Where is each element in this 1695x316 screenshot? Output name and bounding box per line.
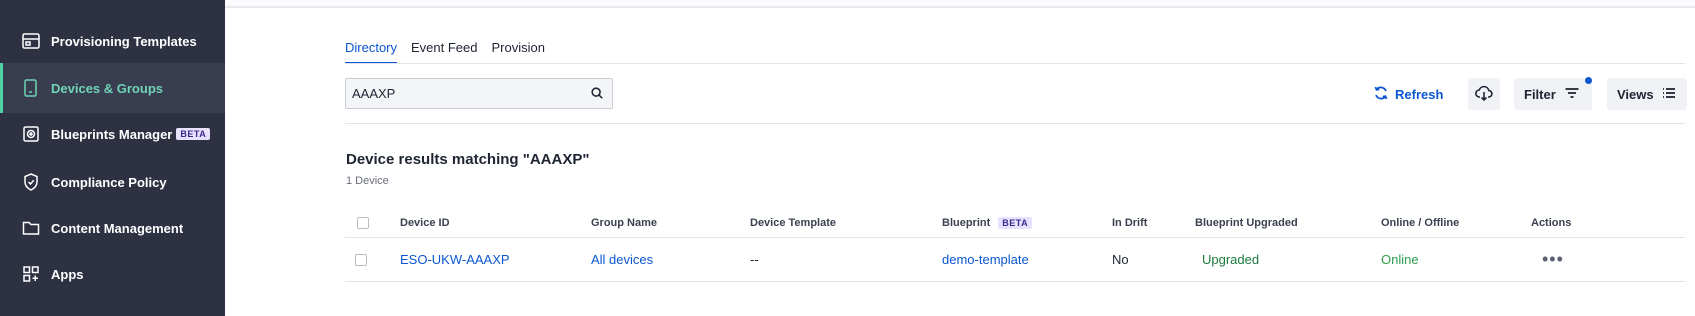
list-icon	[1662, 86, 1676, 103]
toolbar-divider	[345, 123, 1685, 124]
header-device-id[interactable]: Device ID	[400, 208, 450, 237]
header-online-offline[interactable]: Online / Offline	[1381, 208, 1459, 237]
sidebar-item-apps[interactable]: Apps	[0, 249, 225, 299]
filter-button[interactable]: Filter	[1514, 77, 1592, 110]
sidebar-item-label: Compliance Policy	[51, 174, 167, 190]
sidebar-item-provisioning-templates[interactable]: Provisioning Templates	[0, 16, 225, 66]
sidebar-item-label: Content Management	[51, 220, 184, 236]
refresh-button[interactable]: Refresh	[1373, 78, 1443, 110]
online-status: Online	[1381, 252, 1419, 267]
filter-label: Filter	[1524, 86, 1556, 102]
filter-icon	[1564, 85, 1580, 104]
refresh-icon	[1373, 85, 1389, 104]
devices-table: Device ID Group Name Device Template Blu…	[345, 208, 1685, 282]
filter-active-dot	[1585, 77, 1592, 84]
select-all-checkbox[interactable]	[357, 208, 369, 237]
top-divider	[225, 0, 1695, 8]
beta-badge: BETA	[176, 128, 211, 140]
tab-bar: Directory Event Feed Provision	[345, 40, 545, 64]
header-blueprint-label: Blueprint	[942, 216, 991, 229]
device-id-link[interactable]: ESO-UKW-AAAXP	[400, 238, 510, 281]
blueprint-upgraded-status: Upgraded	[1202, 252, 1260, 267]
sidebar-item-content-management[interactable]: Content Management	[0, 203, 225, 253]
table-row: ESO-UKW-AAAXP All devices -- demo-templa…	[345, 238, 1685, 282]
table-header-row: Device ID Group Name Device Template Blu…	[345, 208, 1685, 238]
shield-icon	[20, 171, 42, 193]
tab-event-feed[interactable]: Event Feed	[411, 40, 478, 64]
header-blueprint-upgraded[interactable]: Blueprint Upgraded	[1195, 208, 1298, 237]
sidebar-item-label: Devices & Groups	[51, 80, 163, 96]
header-actions: Actions	[1531, 216, 1572, 229]
download-button[interactable]	[1468, 78, 1500, 110]
group-name-link[interactable]: All devices	[591, 238, 653, 281]
header-device-template[interactable]: Device Template	[750, 208, 836, 237]
sidebar: Provisioning Templates Devices & Groups …	[0, 0, 225, 316]
sidebar-item-label: Apps	[51, 266, 84, 282]
row-checkbox[interactable]	[355, 238, 367, 281]
apps-icon	[20, 263, 42, 285]
refresh-label: Refresh	[1395, 86, 1444, 102]
sidebar-item-label: Blueprints Manager	[51, 126, 173, 142]
beta-badge: BETA	[998, 216, 1033, 229]
tab-directory[interactable]: Directory	[345, 40, 398, 64]
blueprint-icon	[20, 123, 42, 145]
template-icon	[20, 30, 42, 52]
results-title: Device results matching "AAAXP"	[346, 151, 590, 168]
folder-icon	[20, 217, 42, 239]
views-label: Views	[1617, 86, 1654, 102]
search-icon[interactable]	[590, 86, 606, 102]
more-actions-icon[interactable]: •••	[1542, 238, 1564, 281]
cloud-download-icon	[1475, 84, 1493, 105]
tab-provision[interactable]: Provision	[492, 40, 545, 64]
sidebar-item-label: Provisioning Templates	[51, 33, 197, 49]
views-button[interactable]: Views	[1607, 78, 1687, 110]
results-count: 1 Device	[346, 175, 389, 187]
search-input[interactable]: AAAXP	[345, 78, 613, 109]
main-content: Directory Event Feed Provision AAAXP Ref…	[225, 0, 1695, 316]
tabs-divider	[345, 63, 1685, 64]
devices-icon	[20, 77, 42, 99]
blueprint-link[interactable]: demo-template	[942, 238, 1029, 281]
in-drift-value: No	[1112, 252, 1129, 267]
device-template-value: --	[750, 252, 759, 267]
search-value[interactable]: AAAXP	[352, 86, 590, 101]
header-blueprint[interactable]: Blueprint BETA	[942, 208, 1033, 237]
sidebar-item-compliance-policy[interactable]: Compliance Policy	[0, 157, 225, 207]
header-in-drift[interactable]: In Drift	[1112, 208, 1147, 237]
sidebar-item-blueprints-manager[interactable]: Blueprints Manager BETA	[0, 109, 225, 159]
sidebar-item-devices-groups[interactable]: Devices & Groups	[0, 63, 225, 113]
header-group-name[interactable]: Group Name	[591, 208, 657, 237]
